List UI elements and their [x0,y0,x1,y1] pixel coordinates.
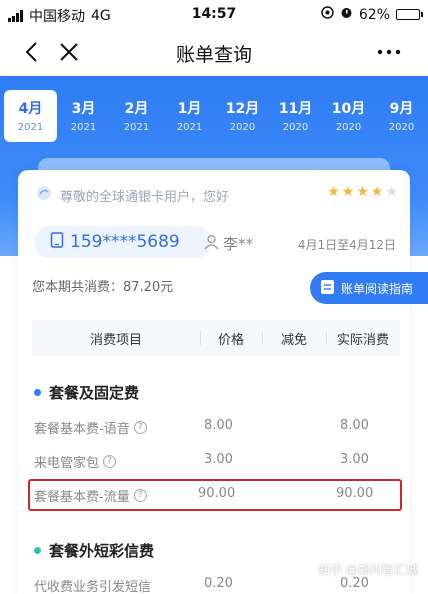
row-name-text: 套餐基本费-流量 [34,490,130,505]
section-dot [34,547,41,554]
month-tabs: 4月 2021 3月 2021 2月 2021 1月 2021 12月 2020… [0,90,428,146]
date-range: 4月1日至4月12日 [297,238,396,252]
row-actual: 3.00 [340,452,369,467]
greeting-row: 尊敬的全球通银卡用户，您好 [36,185,230,205]
star-icon: ★ [327,184,340,200]
star-icon: ★ [356,184,369,200]
tab-year-label: 2020 [229,122,256,133]
star-icon: ★ [341,184,355,200]
tab-month-1[interactable]: 3月 2021 [57,90,110,142]
bill-guide-button[interactable]: 账单阅读指南 [310,272,428,304]
star-icon: ★ [370,184,384,200]
phone-number: 159****5689 [70,232,180,252]
row-name: 代收费业务引发短信 [34,576,151,594]
tab-month-3[interactable]: 1月 2021 [163,90,216,142]
help-icon[interactable]: ? [133,421,147,434]
header-price: 价格 [200,329,262,348]
row-price: 90.00 [198,486,236,501]
table-row: 代收费业务引发短信 0.20 0.20 [18,576,410,594]
greeting-text: 尊敬的全球通银卡用户，您好 [60,189,230,205]
tab-month-label: 10月 [331,101,366,117]
tab-year-label: 2021 [123,122,150,133]
tab-month-4[interactable]: 12月 2020 [216,90,269,142]
phone-selector[interactable]: 159****5689 [34,226,212,258]
section-title-text: 套餐外短彩信费 [49,542,155,560]
section-title-text: 套餐及固定费 [49,384,140,402]
phone-icon [50,231,64,253]
row-actual: 90.00 [336,486,374,501]
tab-month-label: 3月 [71,101,96,117]
bill-guide-label: 账单阅读指南 [341,281,414,296]
help-icon[interactable]: ? [133,489,147,502]
member-logo-icon [36,185,52,205]
row-name-text: 来电管家包 [34,456,100,471]
header-discount: 减免 [262,329,326,348]
tab-year-label: 2020 [282,122,309,133]
tab-year-label: 2020 [388,122,415,133]
tab-year-label: 2020 [335,122,362,133]
header-item: 消费项目 [89,332,142,348]
tab-month-label: 11月 [278,101,313,117]
help-icon[interactable]: ? [103,455,117,468]
user-name: 李** [204,233,253,254]
section-title-sms: 套餐外短彩信费 [34,540,154,561]
star-empty-icon: ★ [385,184,398,200]
status-bar: 中国移动 4G 14:57 62% [0,0,428,30]
tab-year-label: 2021 [176,122,203,133]
tab-month-label: 2月 [124,101,149,117]
user-icon [204,234,219,254]
status-right: 62% [321,6,423,23]
row-price: 0.20 [204,576,233,591]
total-consumption: 您本期共消费：87.20元 [32,280,174,295]
tab-month-2[interactable]: 2月 2021 [110,90,163,142]
table-row: 套餐基本费-语音 ? 8.00 8.00 [18,418,410,438]
row-actual: 0.20 [340,576,369,591]
watermark: 知乎 @郑州智汇城 [318,563,418,577]
user-name-text: 李** [223,235,254,253]
nav-bar: 账单查询 [0,30,428,76]
tab-month-6[interactable]: 10月 2020 [322,90,375,142]
table-row: 套餐基本费-流量 ? 90.00 90.00 [18,486,410,506]
row-name: 套餐基本费-流量 ? [34,486,147,505]
row-price: 8.00 [204,418,233,433]
header-actual: 实际消费 [326,329,400,348]
row-name: 来电管家包 ? [34,452,117,471]
row-actual: 8.00 [340,418,369,433]
section-dot [34,389,41,396]
row-price: 3.00 [204,452,233,467]
row-name-text: 代收费业务引发短信 [34,580,152,594]
tab-month-label: 9月 [389,101,414,117]
row-name: 套餐基本费-语音 ? [34,418,147,437]
tab-month-label: 4月 [18,101,43,117]
table-header: 消费项目 价格 减免 实际消费 [32,320,400,356]
alarm-icon [340,6,353,23]
section-title-package: 套餐及固定费 [34,382,139,403]
more-icon[interactable] [374,38,404,66]
tab-year-label: 2021 [70,122,97,133]
star-rating: ★ ★ ★ ★ ★ [327,184,398,200]
row-name-text: 套餐基本费-语音 [34,422,130,437]
tab-year-label: 2021 [17,122,44,133]
battery-percent: 62% [358,6,390,23]
tab-month-7[interactable]: 9月 2020 [375,90,428,142]
tab-month-label: 12月 [225,101,260,117]
battery-icon [396,9,423,20]
table-row: 来电管家包 ? 3.00 3.00 [18,452,410,472]
tab-month-5[interactable]: 11月 2020 [269,90,322,142]
document-icon [320,279,335,298]
tab-month-0[interactable]: 4月 2021 [4,90,57,142]
bill-card: 尊敬的全球通银卡用户，您好 ★ ★ ★ ★ ★ 159****5689 李** … [18,170,428,594]
location-icon [321,6,334,23]
page-title: 账单查询 [175,44,252,66]
tab-month-label: 1月 [177,101,202,117]
